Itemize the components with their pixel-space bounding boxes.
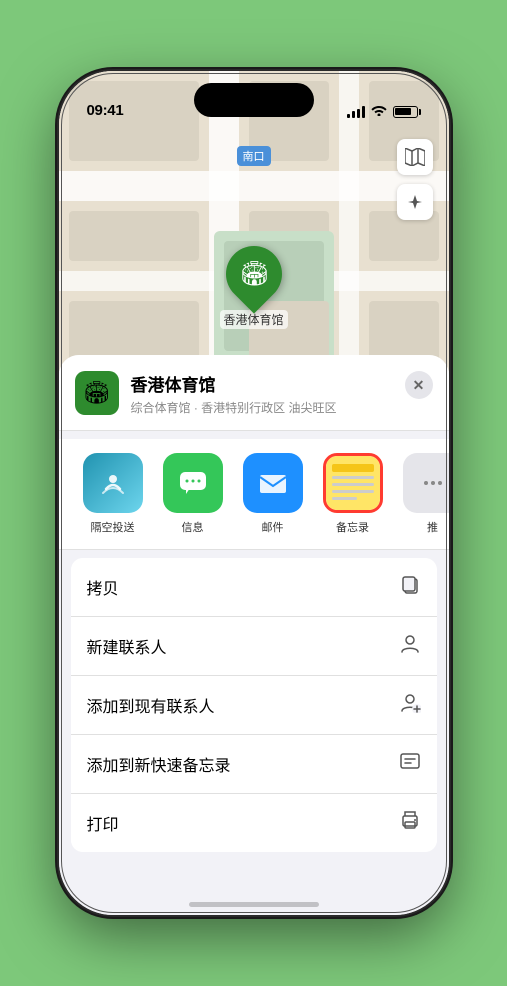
map-label-prefix: 南口 — [243, 151, 265, 163]
messages-label: 信息 — [182, 519, 204, 535]
location-button[interactable] — [397, 184, 433, 220]
share-item-more[interactable]: 推 — [393, 453, 449, 535]
airdrop-label: 隔空投送 — [91, 519, 135, 535]
status-time: 09:41 — [87, 102, 124, 119]
messages-icon — [163, 453, 223, 513]
new-contact-action[interactable]: 新建联系人 — [71, 617, 437, 676]
home-indicator — [189, 902, 319, 907]
print-label: 打印 — [87, 811, 119, 835]
signal-icon — [347, 106, 365, 118]
new-contact-label: 新建联系人 — [87, 634, 167, 658]
notes-label: 备忘录 — [336, 519, 369, 535]
phone-frame: 09:41 — [59, 71, 449, 915]
dynamic-island — [194, 83, 314, 117]
venue-name: 香港体育馆 — [131, 371, 393, 396]
add-contact-label: 添加到现有联系人 — [87, 693, 215, 717]
venue-pin: 🏟 香港体育馆 — [219, 246, 287, 329]
map-label: 南口 — [237, 146, 271, 166]
battery-icon — [393, 106, 421, 118]
venue-subtitle: 综合体育馆 · 香港特别行政区 油尖旺区 — [131, 399, 393, 416]
mail-label: 邮件 — [262, 519, 284, 535]
print-icon — [399, 809, 421, 837]
map-controls — [397, 139, 433, 220]
action-list: 拷贝 新建联系人 添加到现有联系人 — [71, 558, 437, 852]
venue-logo: 🏟 — [75, 371, 119, 415]
more-icon — [403, 453, 449, 513]
pin-venue-icon: 🏟 — [238, 260, 268, 289]
quick-note-action[interactable]: 添加到新快速备忘录 — [71, 735, 437, 794]
share-item-airdrop[interactable]: 隔空投送 — [73, 453, 153, 535]
wifi-icon — [371, 104, 387, 119]
copy-action[interactable]: 拷贝 — [71, 558, 437, 617]
more-label: 推 — [427, 519, 438, 535]
add-contact-icon — [399, 691, 421, 719]
bottom-sheet: 🏟 香港体育馆 综合体育馆 · 香港特别行政区 油尖旺区 ✕ 隔空投送 — [59, 355, 449, 915]
quick-note-label: 添加到新快速备忘录 — [87, 752, 231, 776]
share-row: 隔空投送 信息 — [59, 439, 449, 550]
close-button[interactable]: ✕ — [405, 371, 433, 399]
map-type-button[interactable] — [397, 139, 433, 175]
mail-icon — [243, 453, 303, 513]
copy-label: 拷贝 — [87, 575, 119, 599]
pin-bubble: 🏟 — [214, 234, 293, 313]
status-icons — [347, 104, 421, 119]
quick-note-icon — [399, 750, 421, 778]
venue-header: 🏟 香港体育馆 综合体育馆 · 香港特别行政区 油尖旺区 ✕ — [59, 355, 449, 431]
copy-icon — [399, 573, 421, 601]
share-item-mail[interactable]: 邮件 — [233, 453, 313, 535]
airdrop-icon — [83, 453, 143, 513]
share-item-messages[interactable]: 信息 — [153, 453, 233, 535]
share-item-notes[interactable]: 备忘录 — [313, 453, 393, 535]
venue-info: 香港体育馆 综合体育馆 · 香港特别行政区 油尖旺区 — [131, 371, 393, 416]
add-contact-action[interactable]: 添加到现有联系人 — [71, 676, 437, 735]
print-action[interactable]: 打印 — [71, 794, 437, 852]
new-contact-icon — [399, 632, 421, 660]
notes-icon — [326, 456, 380, 510]
